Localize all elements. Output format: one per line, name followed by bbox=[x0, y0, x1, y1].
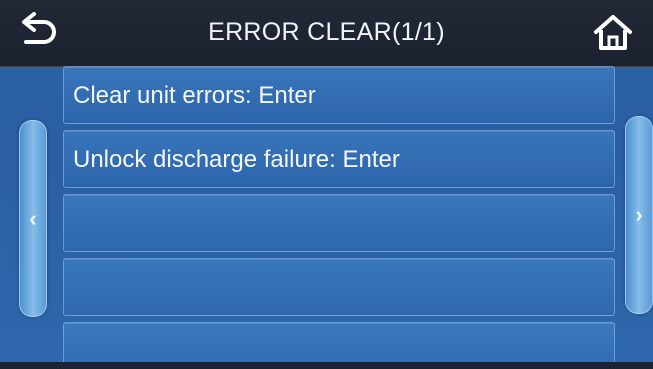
list-item-clear-unit-errors[interactable]: Clear unit errors: Enter bbox=[63, 66, 615, 124]
option-list: Clear unit errors: Enter Unlock discharg… bbox=[63, 66, 615, 369]
home-icon bbox=[594, 15, 632, 50]
list-item-empty-3[interactable] bbox=[63, 194, 615, 252]
next-page-button[interactable]: › bbox=[625, 116, 653, 314]
page-title: ERROR CLEAR(1/1) bbox=[208, 18, 445, 46]
chevron-left-icon: ‹ bbox=[29, 205, 37, 231]
bottom-bezel bbox=[0, 362, 653, 369]
list-item-unlock-discharge-failure[interactable]: Unlock discharge failure: Enter bbox=[63, 130, 615, 188]
chevron-right-icon: › bbox=[635, 202, 643, 227]
list-item-label: Unlock discharge failure: Enter bbox=[73, 146, 400, 173]
error-clear-screen: ERROR CLEAR(1/1) ‹ › Clear unit errors: … bbox=[0, 0, 653, 369]
prev-page-button[interactable]: ‹ bbox=[19, 120, 47, 317]
home-button[interactable] bbox=[590, 10, 636, 56]
list-item-empty-4[interactable] bbox=[63, 258, 615, 316]
list-item-label: Clear unit errors: Enter bbox=[73, 82, 316, 109]
header-bar: ERROR CLEAR(1/1) bbox=[0, 0, 653, 67]
